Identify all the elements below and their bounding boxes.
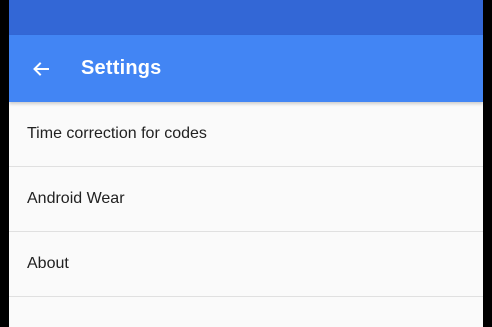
device-screen: Settings Time correction for codes Andro…: [0, 0, 492, 327]
settings-item-label: About: [27, 255, 69, 272]
app-bar: Settings: [9, 35, 483, 102]
status-bar: [9, 0, 483, 35]
settings-item-label: Time correction for codes: [27, 125, 207, 142]
settings-item-label: Android Wear: [27, 190, 125, 207]
arrow-back-icon: [31, 59, 51, 79]
settings-item-about[interactable]: About: [9, 232, 483, 297]
back-button[interactable]: [19, 47, 63, 91]
settings-item-time-correction[interactable]: Time correction for codes: [9, 102, 483, 167]
settings-item-android-wear[interactable]: Android Wear: [9, 167, 483, 232]
page-title: Settings: [81, 57, 162, 79]
settings-list: Time correction for codes Android Wear A…: [9, 102, 483, 297]
